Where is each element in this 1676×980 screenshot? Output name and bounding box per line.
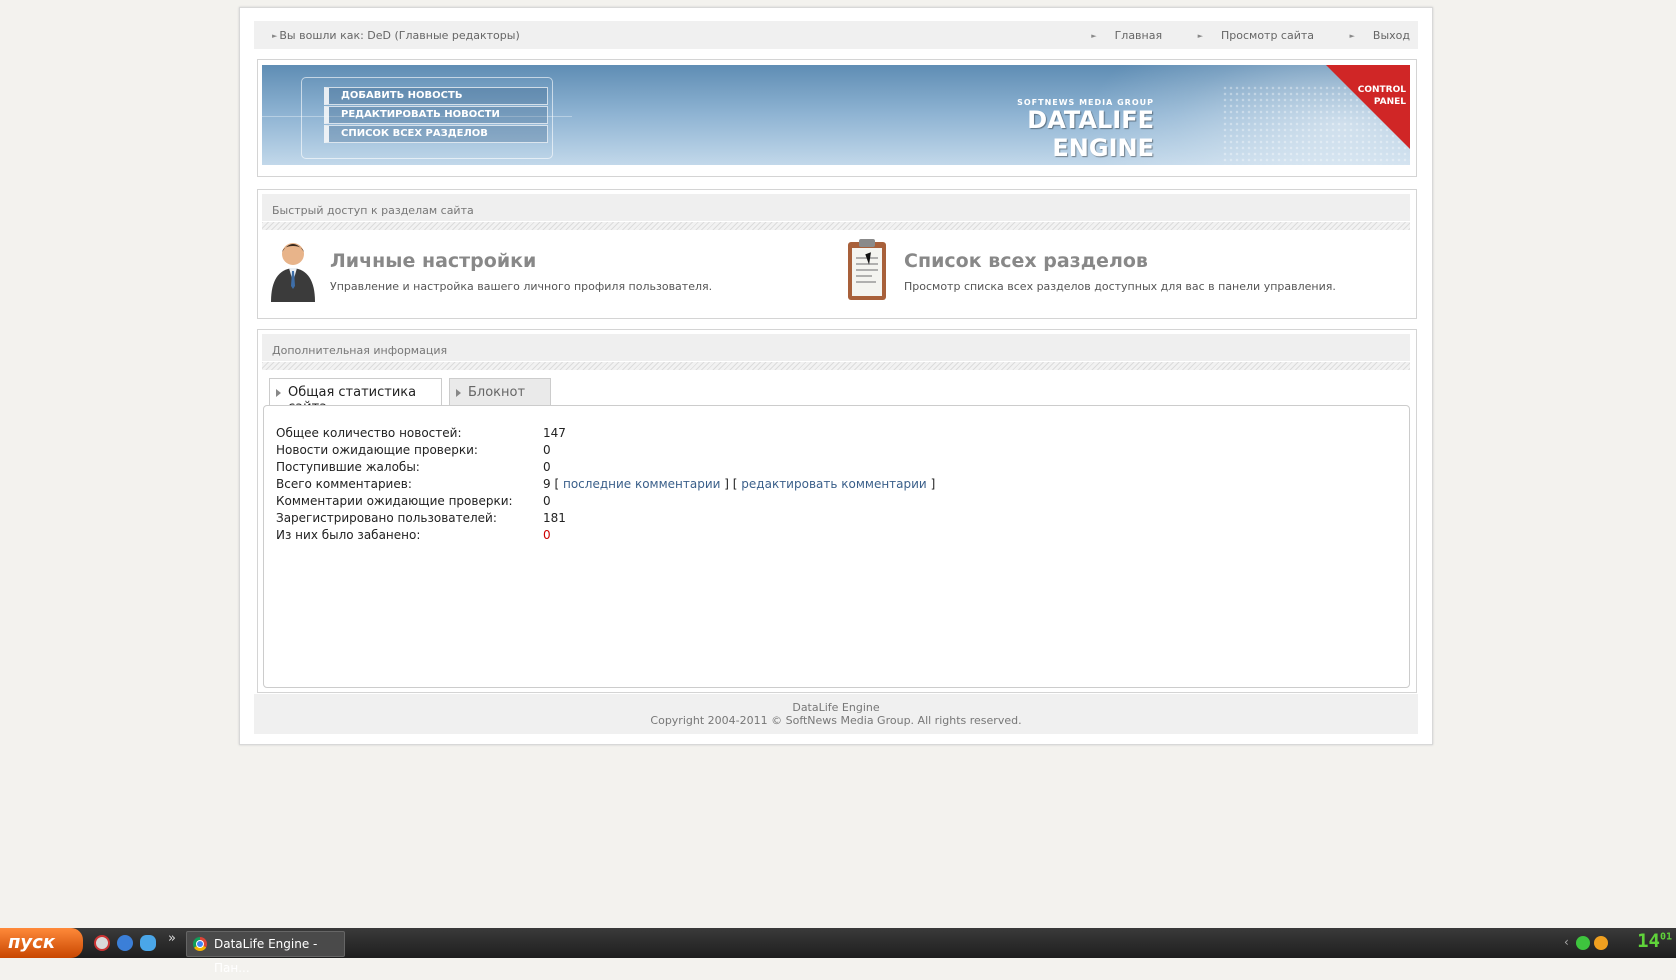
logged-in-user: ► Вы вошли как: DeD (Главные редакторы) xyxy=(272,29,520,42)
link-logout[interactable]: ► Выход xyxy=(1334,29,1410,42)
link-home[interactable]: ► Главная xyxy=(1075,29,1162,42)
clock[interactable]: 1401 xyxy=(1637,930,1672,952)
add-news-button[interactable]: ДОБАВИТЬ НОВОСТЬ xyxy=(324,87,548,105)
additional-info-section: Дополнительная информация Общая статисти… xyxy=(257,329,1417,693)
top-bar: ► Вы вошли как: DeD (Главные редакторы) ►… xyxy=(254,21,1418,49)
stat-label: Общее количество новостей: xyxy=(276,426,462,440)
stats-panel: Общее количество новостей: 147 Новости о… xyxy=(263,405,1410,688)
link-view-site[interactable]: ► Просмотр сайта xyxy=(1182,29,1314,42)
stat-label: Всего комментариев: xyxy=(276,477,412,491)
personal-settings-title: Личные настройки xyxy=(330,250,537,272)
chrome-icon xyxy=(193,937,207,951)
taskbar-item-browser[interactable]: DataLife Engine - Пан... xyxy=(186,931,345,975)
footer-product: DataLife Engine xyxy=(792,701,880,714)
edit-news-button[interactable]: РЕДАКТИРОВАТЬ НОВОСТИ xyxy=(324,106,548,124)
edit-comments-link[interactable]: редактировать комментарии xyxy=(741,477,926,491)
quicktime-icon[interactable] xyxy=(117,935,133,951)
stat-label: Зарегистрировано пользователей: xyxy=(276,511,497,525)
clipboard-icon xyxy=(848,239,886,300)
tab-notepad[interactable]: Блокнот xyxy=(449,378,551,406)
header-banner-box: ДОБАВИТЬ НОВОСТЬ РЕДАКТИРОВАТЬ НОВОСТИ С… xyxy=(257,59,1417,177)
internet-explorer-icon[interactable] xyxy=(140,935,156,951)
stat-value-comments: 9 [ последние комментарии ] [ редактиров… xyxy=(543,477,936,491)
personal-settings-desc: Управление и настройка вашего личного пр… xyxy=(330,280,713,293)
section-divider xyxy=(262,222,1410,230)
tray-expand-icon[interactable]: ‹ xyxy=(1564,935,1569,949)
system-tray: ‹ 1401 xyxy=(1556,928,1676,958)
header-banner: ДОБАВИТЬ НОВОСТЬ РЕДАКТИРОВАТЬ НОВОСТИ С… xyxy=(262,65,1410,165)
latest-comments-link[interactable]: последние комментарии xyxy=(563,477,720,491)
stat-label: Комментарии ожидающие проверки: xyxy=(276,494,513,508)
top-links: ► Главная ► Просмотр сайта ► Выход xyxy=(1059,29,1410,42)
additional-info-header: Дополнительная информация xyxy=(262,334,1410,361)
quicklaunch-expand-icon[interactable]: » xyxy=(168,931,176,946)
tab-site-stats[interactable]: Общая статистика сайта xyxy=(269,378,442,415)
footer-copyright: Copyright 2004-2011 © SoftNews Media Gro… xyxy=(650,714,1022,727)
tab-arrow-icon xyxy=(276,389,281,397)
all-sections-desc: Просмотр списка всех разделов доступных … xyxy=(904,280,1336,293)
banner-logo: DATALIFE ENGINE xyxy=(1027,106,1154,162)
taskbar: пуск » DataLife Engine - Пан... ‹ 1401 xyxy=(0,928,1676,975)
section-divider xyxy=(262,362,1410,370)
media-player-icon[interactable] xyxy=(94,935,110,951)
all-sections-title: Список всех разделов xyxy=(904,250,1148,272)
start-button[interactable]: пуск xyxy=(0,928,83,958)
control-panel-label: CONTROL PANEL xyxy=(1357,85,1406,107)
stat-label: Поступившие жалобы: xyxy=(276,460,420,474)
stat-value: 0 xyxy=(543,494,551,508)
stat-value: 0 xyxy=(543,460,551,474)
all-sections-button[interactable]: СПИСОК ВСЕХ РАЗДЕЛОВ xyxy=(324,125,548,143)
tab-arrow-icon xyxy=(456,389,461,397)
tray-status-icon[interactable] xyxy=(1576,936,1590,950)
stat-value: 147 xyxy=(543,426,566,440)
quick-access-section: Быстрый доступ к разделам сайта Личные н… xyxy=(257,189,1417,319)
stat-value: 181 xyxy=(543,511,566,525)
user-icon xyxy=(271,243,315,302)
page-container: ► Вы вошли как: DeD (Главные редакторы) ►… xyxy=(239,7,1433,745)
stat-label: Новости ожидающие проверки: xyxy=(276,443,478,457)
stat-value: 0 xyxy=(543,443,551,457)
stat-value-banned: 0 xyxy=(543,528,551,542)
tray-app-icon[interactable] xyxy=(1594,936,1608,950)
footer: DataLife Engine Copyright 2004-2011 © So… xyxy=(254,694,1418,734)
stat-label: Из них было забанено: xyxy=(276,528,421,542)
quick-access-header: Быстрый доступ к разделам сайта xyxy=(262,194,1410,221)
